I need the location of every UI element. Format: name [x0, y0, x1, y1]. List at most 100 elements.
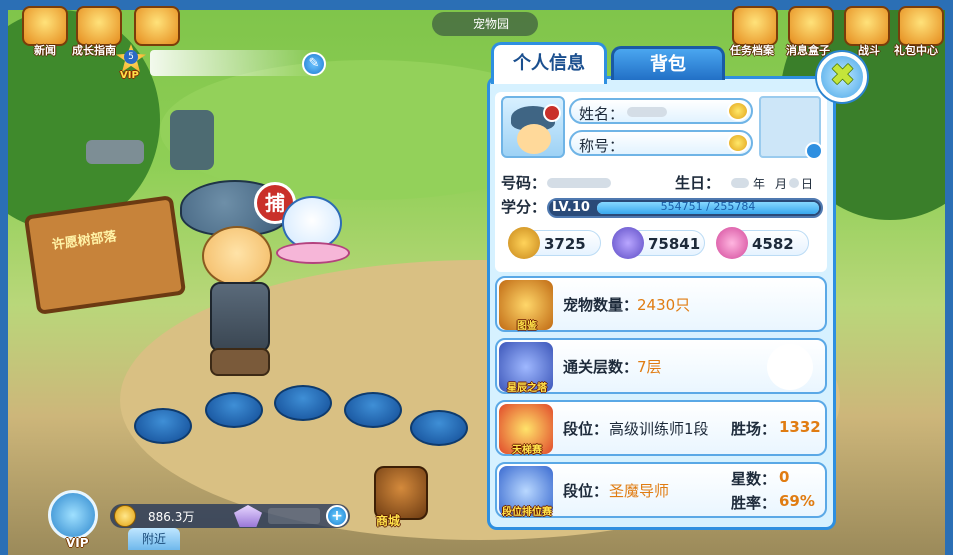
ladder-rank-label: 段位： — [563, 420, 609, 438]
stepping-stone[interactable] — [274, 385, 332, 421]
settings-wrench-button[interactable]: ✎ — [302, 52, 326, 76]
pet-count-label: 宠物数量： — [563, 296, 639, 314]
coin-value: 886.3万 — [148, 510, 195, 524]
star-tower-label: 星辰之塔 — [507, 383, 547, 394]
music-value: 4582 — [752, 235, 794, 253]
avatar — [501, 96, 565, 158]
pet-companion[interactable] — [276, 190, 350, 270]
recharge-plus-button[interactable]: + — [326, 505, 348, 527]
win-rate-label: 胜率： — [731, 494, 777, 512]
shop-label: 商城 — [376, 514, 401, 528]
title-label: 称号： — [579, 137, 625, 155]
water-pump — [170, 110, 214, 170]
ranked-card[interactable]: 段位排位赛 段位： 圣魔导师 星数： 0 胜率： 69% — [495, 462, 827, 518]
xp-text: 554751 / 255784 — [660, 200, 756, 213]
scholar-value: 75841 — [648, 235, 701, 253]
level-tag: LV.10 — [552, 200, 590, 215]
number-value — [547, 178, 611, 188]
ladder-rank-value: 高级训练师1段 — [609, 420, 709, 438]
signboard-text: 许愿树部落 — [51, 229, 118, 254]
stepping-stone[interactable] — [205, 392, 263, 428]
vs-icon: 天梯赛 — [499, 404, 553, 456]
close-icon: ✖ — [830, 58, 856, 93]
signboard: 许愿树部落 — [23, 195, 187, 315]
task-archive-button[interactable] — [732, 6, 778, 46]
title-dropdown-button[interactable] — [727, 133, 749, 153]
frame-left — [0, 0, 8, 555]
medal-resource: 3725 — [508, 227, 601, 259]
gift-center-label: 礼包中心 — [894, 44, 938, 57]
pet-count-value: 2430只 — [637, 296, 691, 314]
shop-button[interactable]: 商城 — [366, 462, 436, 532]
graduation-cap-icon — [612, 227, 644, 259]
refresh-icon[interactable] — [805, 142, 823, 160]
wrench-icon: ✎ — [308, 56, 320, 71]
birthday-day-value — [789, 178, 799, 188]
stars-value: 0 — [779, 468, 790, 486]
pet-count-card[interactable]: 图鉴 宠物数量： 2430只 — [495, 276, 827, 332]
win-rate-value: 69% — [779, 492, 815, 510]
pet-swim-ring — [276, 242, 350, 264]
location-name: 宠物园 — [472, 17, 509, 31]
floors-cleared-value: 7层 — [637, 358, 662, 376]
ranked-rank-label: 段位： — [563, 482, 609, 500]
nearby-tab[interactable]: 附近 — [128, 528, 180, 550]
birthday-year-value — [731, 178, 749, 188]
coin-icon — [114, 505, 136, 527]
diamond-value — [268, 508, 320, 524]
pet-encyclopedia-icon: 图鉴 — [499, 280, 553, 332]
trough — [86, 140, 144, 164]
location-tag: 宠物园 — [432, 12, 538, 36]
music-note-icon — [716, 227, 748, 259]
floors-cleared-label: 通关层数： — [563, 358, 639, 376]
music-resource: 4582 — [716, 227, 809, 259]
encyclopedia-label: 图鉴 — [517, 321, 537, 332]
title-field: 称号： — [569, 130, 753, 156]
ranked-label: 段位排位赛 — [502, 507, 552, 518]
ladder-label: 天梯赛 — [512, 445, 542, 456]
character-boots — [210, 348, 270, 376]
character-face — [202, 226, 272, 286]
medal-icon — [508, 227, 540, 259]
tab-personal-info[interactable]: 个人信息 — [491, 42, 607, 84]
star-tower-card[interactable]: 星辰之塔 通关层数： 7层 — [495, 338, 827, 394]
close-panel-button[interactable]: ✖ — [817, 52, 867, 102]
ranked-trophy-icon: 段位排位赛 — [499, 466, 553, 518]
vip-level: 5 — [124, 50, 138, 64]
number-label: 号码： — [501, 174, 547, 192]
birthday-month-unit: 月 — [775, 177, 788, 191]
avatar-badge — [543, 104, 561, 122]
tower-badge — [767, 344, 813, 390]
news-label: 新闻 — [34, 44, 56, 57]
character-body — [210, 282, 270, 352]
battle-label: 战斗 — [858, 44, 880, 57]
avatar-face — [517, 124, 551, 154]
star-tower-icon: 星辰之塔 — [499, 342, 553, 394]
scholar-resource: 75841 — [612, 227, 705, 259]
player-info-panel: 个人信息 背包 姓名： 称号： 号码： 生日： 年 月 日 学分： LV.10 — [487, 42, 867, 530]
stepping-stone[interactable] — [344, 392, 402, 428]
stepping-stone[interactable] — [410, 410, 468, 446]
tab-backpack[interactable]: 背包 — [611, 46, 725, 80]
birthday-year-unit: 年 — [753, 177, 766, 191]
score-label: 学分： — [501, 198, 547, 216]
growth-guide-button[interactable] — [76, 6, 122, 46]
news-button[interactable] — [22, 6, 68, 46]
stepping-stone[interactable] — [134, 408, 192, 444]
medal-value: 3725 — [544, 235, 586, 253]
ladder-card[interactable]: 天梯赛 段位： 高级训练师1段 胜场： 1332 — [495, 400, 827, 456]
gift-center-button[interactable] — [898, 6, 944, 46]
edit-name-button[interactable] — [727, 101, 749, 121]
message-box-button[interactable] — [788, 6, 834, 46]
pet-garden-map-button[interactable] — [134, 6, 180, 46]
birthday-day-unit: 日 — [801, 177, 814, 191]
name-field: 姓名： — [569, 98, 753, 124]
name-label: 姓名： — [579, 105, 625, 123]
vip-tab[interactable]: VIP — [66, 536, 89, 550]
pet-avatar-button[interactable] — [48, 490, 98, 540]
profile-card: 姓名： 称号： 号码： 生日： 年 月 日 学分： LV.10 554751 /… — [495, 92, 827, 272]
photo-frame — [759, 96, 823, 160]
battle-button[interactable] — [844, 6, 890, 46]
frame-right — [945, 0, 953, 555]
ranked-rank-value: 圣魔导师 — [609, 482, 670, 500]
